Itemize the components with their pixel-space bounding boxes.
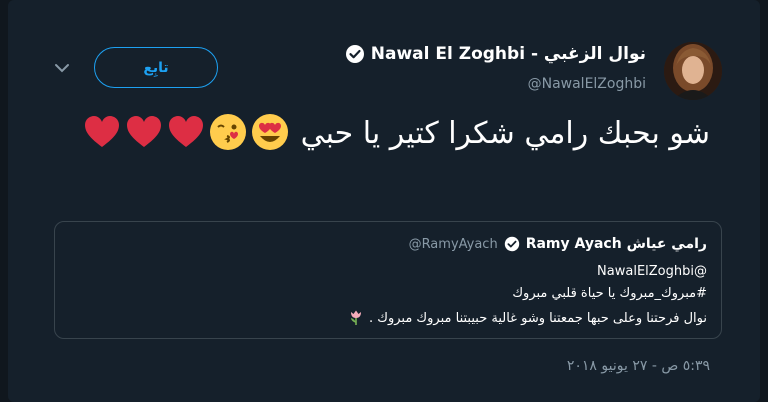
verified-badge-icon	[504, 236, 519, 252]
tweet-text-body: شو بحبك رامي شكرا كتير يا حبي	[300, 116, 710, 151]
quoted-hashtag-line: #مبروك_مبروك يا حياة قلبي مبروك	[512, 286, 707, 301]
author-name-row: Nawal El Zoghbi - نوال الزغبي	[345, 44, 646, 64]
quoted-tweet[interactable]: @RamyAyach Ramy Ayach رامي عياش @NawalEl…	[54, 221, 722, 339]
verified-badge-icon	[345, 44, 365, 64]
quoted-author-row: @RamyAyach Ramy Ayach رامي عياش	[409, 236, 707, 252]
red-heart-icon	[169, 116, 204, 147]
tweet-timestamp[interactable]: ٥:٣٩ ص - ٢٧ يونيو ٢٠١٨	[567, 358, 710, 374]
author-handle[interactable]: @NawalElZoghbi	[528, 76, 646, 92]
quoted-author-handle: @RamyAyach	[408, 236, 498, 252]
author-name[interactable]: Nawal El Zoghbi - نوال الزغبي	[371, 44, 646, 64]
tweet-card: تابِع Nawal El Zoghbi - نوال الزغبي @Naw…	[8, 0, 760, 402]
quoted-mention[interactable]: @NawalElZoghbi	[597, 264, 707, 279]
quoted-body: نوال فرحتنا وعلى حبها جمعتنا وشو غالية ح…	[347, 308, 707, 326]
kissing-face-icon	[210, 114, 247, 150]
tweet-text: شو بحبك رامي شكرا كتير يا حبي	[60, 111, 710, 157]
chevron-down-icon[interactable]	[52, 58, 72, 78]
follow-button[interactable]: تابِع	[94, 47, 218, 88]
heart-eyes-face-icon	[252, 114, 289, 150]
tulip-icon	[350, 310, 361, 325]
red-heart-icon	[85, 116, 120, 147]
red-heart-icon	[127, 116, 162, 147]
quoted-body-text: نوال فرحتنا وعلى حبها جمعتنا وشو غالية ح…	[368, 311, 707, 326]
avatar[interactable]	[664, 42, 722, 100]
quoted-author-name: Ramy Ayach رامي عياش	[525, 236, 707, 252]
